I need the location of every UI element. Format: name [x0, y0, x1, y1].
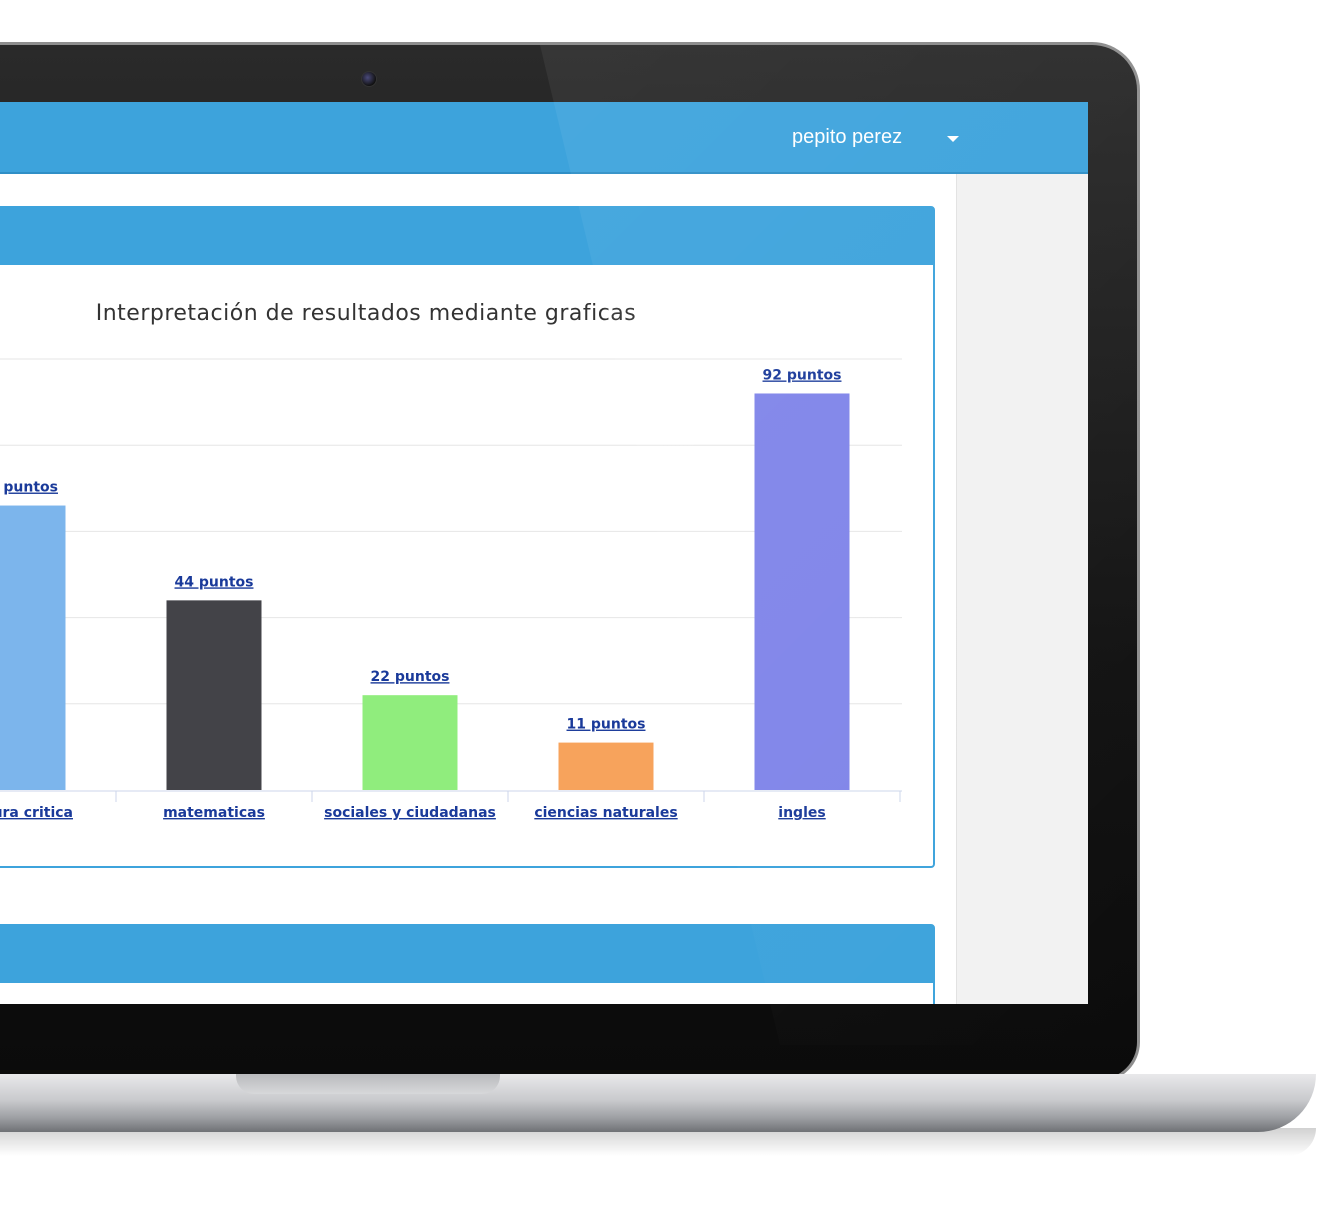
bar-ingles — [754, 393, 850, 790]
bar-value-label: puntos — [3, 480, 58, 496]
x-tick-label: ura critica — [0, 805, 73, 821]
bar-sociales-y-ciudadanas — [362, 695, 458, 790]
results-card: puntos ura critica 44 puntos matematicas 22 … — [0, 206, 935, 868]
bar-value-label: 11 puntos — [567, 717, 646, 733]
results-bar-chart: puntos ura critica 44 puntos matematicas 22 … — [0, 301, 902, 821]
laptop-shadow — [0, 1128, 1316, 1156]
user-menu-name[interactable]: pepito perez — [792, 126, 902, 149]
chart-title: Interpretación de resultados mediante gr… — [96, 301, 637, 326]
bar-value-label: 92 puntos — [763, 367, 842, 383]
x-tick-label: matematicas — [163, 805, 265, 821]
top-navbar: pepito perez — [0, 102, 1088, 174]
bar-matematicas — [166, 600, 262, 790]
x-tick-label: sociales y ciudadanas — [324, 805, 496, 821]
x-tick-label: ingles — [778, 805, 825, 821]
x-tick-label: ciencias naturales — [534, 805, 677, 821]
right-panel — [956, 174, 1088, 1004]
screen: pepito perez puntos ura critica 44 puntos m… — [0, 102, 1088, 1004]
webcam-icon — [361, 71, 377, 87]
laptop-notch — [236, 1074, 500, 1094]
second-card-header — [0, 926, 933, 983]
laptop-base — [0, 1074, 1316, 1132]
bar-value-label: 44 puntos — [175, 574, 254, 590]
caret-down-icon[interactable] — [947, 136, 959, 142]
bar-ciencias-naturales — [558, 742, 654, 790]
bar-value-label: 22 puntos — [371, 669, 450, 685]
second-card — [0, 924, 935, 1004]
bar-lectura-critica — [0, 505, 66, 790]
